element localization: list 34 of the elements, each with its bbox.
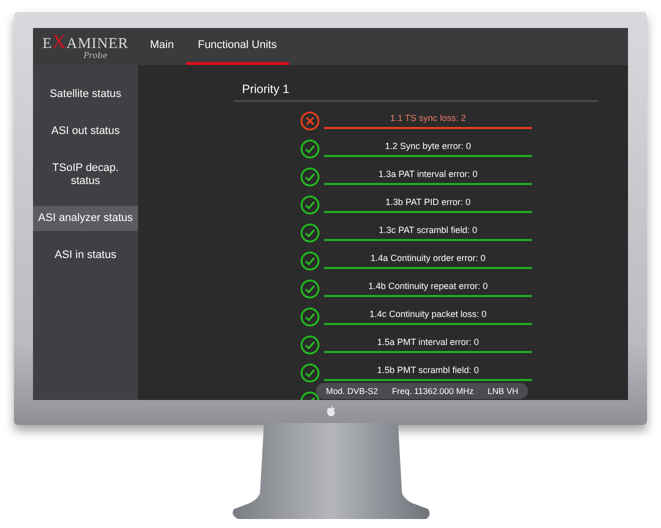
error-icon <box>300 111 320 131</box>
section-heading: Priority 1 <box>234 80 598 102</box>
check-label: 1.4b Continuity repeat error: 0 <box>367 280 489 293</box>
check-label: 1.3b PAT PID error: 0 <box>384 196 472 209</box>
sidebar-item[interactable]: TSoIP decap. status <box>33 156 138 194</box>
sidebar-item[interactable]: ASI in status <box>33 243 138 268</box>
check-label: 1.4c Continuity packet loss: 0 <box>368 308 488 321</box>
check-icon <box>300 139 320 159</box>
sidebar-item[interactable]: Satellite status <box>33 82 138 107</box>
check-icon <box>300 279 320 299</box>
status-text: LNB VH <box>488 384 518 398</box>
check-icon <box>300 167 320 187</box>
check-icon <box>300 335 320 355</box>
check-label: 1.4a Continuity order error: 0 <box>369 252 487 265</box>
status-text: Freq. 11362.000 MHz <box>392 384 474 398</box>
apple-icon <box>326 405 336 417</box>
tab[interactable]: Main <box>138 28 186 65</box>
check-icon <box>300 251 320 271</box>
check-label: 1.5a PMT interval error: 0 <box>376 336 480 349</box>
logo-wordmark: EXAMINER <box>42 33 129 52</box>
check-label: 1.3a PAT interval error: 0 <box>377 168 479 181</box>
check-icon <box>300 363 320 383</box>
check-label: 1.2 Sync byte error: 0 <box>384 140 472 153</box>
check-icon <box>300 307 320 327</box>
check-label: 1.3c PAT scrambl field: 0 <box>378 224 478 237</box>
tab[interactable]: Functional Units <box>186 28 289 65</box>
check-label: 1.5b PMT scrambl field: 0 <box>376 364 480 377</box>
sidebar-item[interactable]: ASI analyzer status <box>33 206 138 231</box>
check-icon <box>300 195 320 215</box>
status-text: Mod. DVB-S2 <box>326 384 378 398</box>
check-icon <box>300 223 320 243</box>
check-label: 1.1 TS sync loss: 2 <box>389 112 467 125</box>
logo-subtitle: Probe <box>84 52 108 60</box>
sidebar-item[interactable]: ASI out status <box>33 119 138 144</box>
